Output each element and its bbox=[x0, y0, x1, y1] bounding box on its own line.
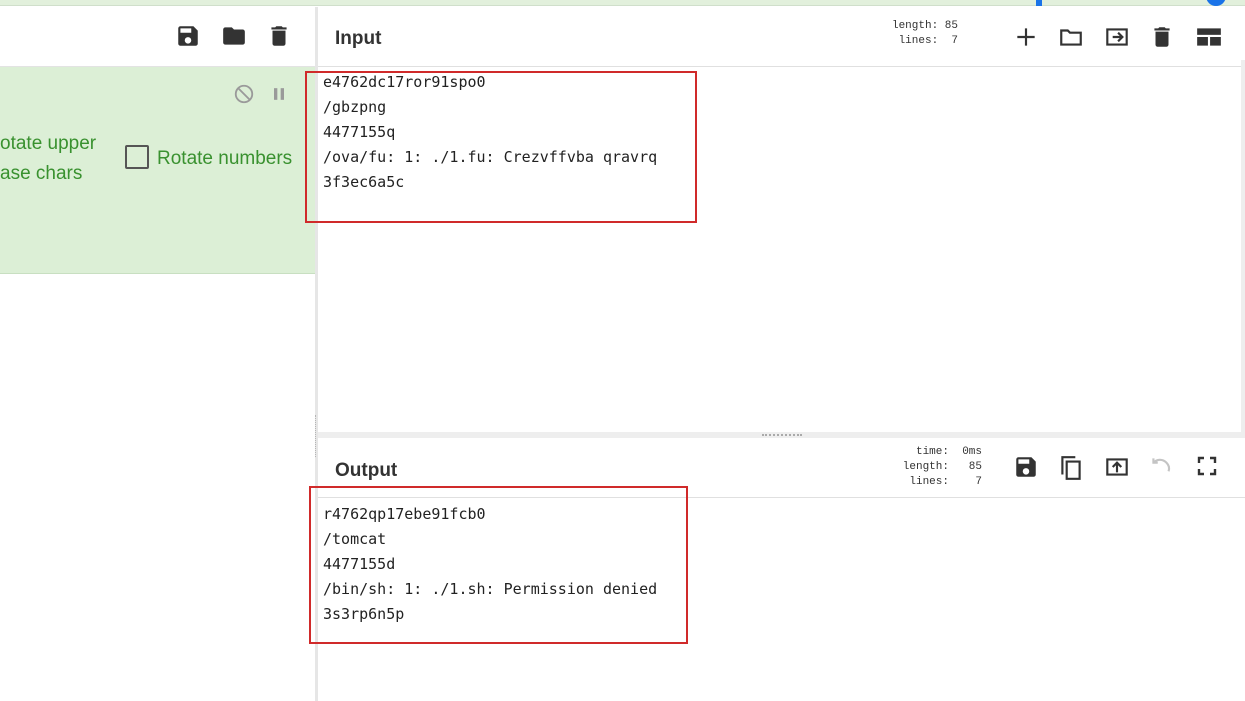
layout-icon[interactable] bbox=[1195, 24, 1221, 50]
input-stats: length: 85 lines: 7 bbox=[878, 19, 958, 49]
top-strip bbox=[0, 0, 1245, 6]
output-length-label: length: bbox=[902, 461, 949, 473]
save-icon[interactable] bbox=[175, 23, 201, 49]
output-title: Output bbox=[335, 460, 398, 481]
rotate-upper-label-line2: ase chars bbox=[0, 163, 83, 184]
trash-icon[interactable] bbox=[1149, 24, 1175, 50]
output-time-label: time: bbox=[915, 446, 949, 458]
recipe-panel: otate upper ase chars Rotate numbers bbox=[0, 7, 315, 701]
input-lines-value: 7 bbox=[951, 35, 958, 47]
rotate-numbers-checkbox[interactable] bbox=[125, 145, 149, 169]
trash-icon[interactable] bbox=[266, 23, 292, 49]
output-lines-value: 7 bbox=[975, 476, 982, 488]
output-lines-label: lines: bbox=[909, 476, 949, 488]
pause-icon[interactable] bbox=[269, 84, 289, 109]
open-folder-icon[interactable] bbox=[1058, 24, 1084, 50]
input-highlight-box bbox=[305, 71, 697, 223]
rotate-numbers-label[interactable]: Rotate numbers bbox=[157, 148, 292, 170]
maximize-icon[interactable] bbox=[1195, 454, 1221, 480]
top-accent bbox=[1036, 0, 1042, 6]
copy-icon[interactable] bbox=[1058, 454, 1084, 480]
folder-icon[interactable] bbox=[221, 23, 247, 49]
input-lines-label: lines: bbox=[898, 35, 939, 47]
rot13-operation: otate upper ase chars Rotate numbers bbox=[0, 67, 315, 274]
plus-icon[interactable] bbox=[1013, 24, 1039, 50]
rotate-upper-label-line1: otate upper bbox=[0, 133, 97, 154]
output-highlight-box bbox=[309, 486, 688, 644]
output-stats: time: 0ms length: 85 lines: 7 bbox=[892, 445, 982, 490]
output-time-value: 0ms bbox=[962, 446, 982, 458]
top-accent-circle bbox=[1206, 0, 1226, 6]
insert-icon[interactable] bbox=[1103, 24, 1129, 50]
replace-input-icon[interactable] bbox=[1103, 454, 1129, 480]
save-icon[interactable] bbox=[1013, 454, 1039, 480]
input-scrollbar[interactable] bbox=[1241, 60, 1245, 432]
horizontal-divider-grip[interactable] bbox=[762, 434, 802, 436]
disable-icon[interactable] bbox=[233, 83, 255, 110]
recipe-toolbar bbox=[0, 7, 315, 67]
input-title: Input bbox=[335, 28, 382, 49]
input-length-label: length: bbox=[891, 20, 939, 32]
input-length-value: 85 bbox=[944, 20, 958, 32]
undo-icon bbox=[1148, 454, 1174, 480]
input-header: Input length: 85 lines: 7 bbox=[318, 7, 1245, 67]
output-length-value: 85 bbox=[968, 461, 982, 473]
